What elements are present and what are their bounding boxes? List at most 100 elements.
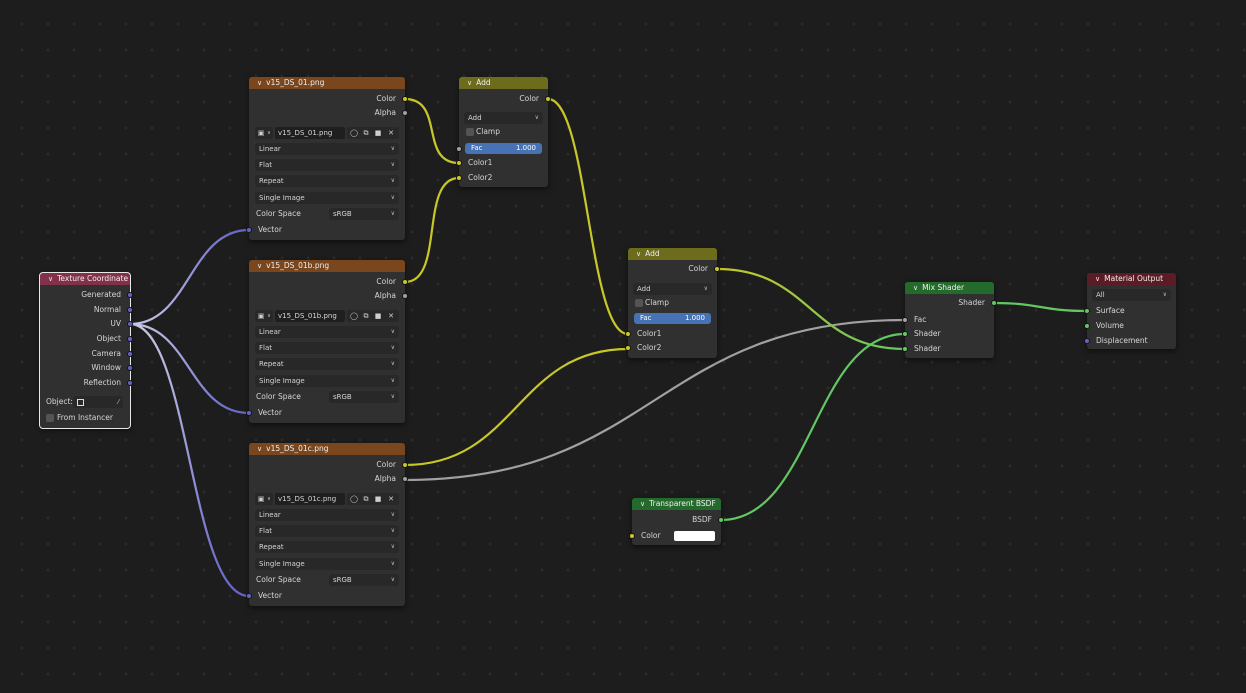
duplicate-icon[interactable]: ⧉ [362,312,370,320]
target-dropdown[interactable]: All ∨ [1092,289,1171,301]
socket-fac-in[interactable] [902,317,908,323]
socket-alpha-out[interactable] [402,293,408,299]
image-browse-button[interactable]: ▣ ∨ [255,127,273,139]
socket-color-out[interactable] [402,96,408,102]
socket-color-out[interactable] [714,266,720,272]
interpolation-dropdown[interactable]: Linear ∨ [255,509,399,521]
eyedropper-icon[interactable]: ⁄ [118,396,119,408]
folder-icon[interactable]: ■ [374,129,382,137]
color-space-dropdown[interactable]: sRGB ∨ [329,391,399,403]
socket-object[interactable] [127,336,133,342]
socket-bsdf-out[interactable] [718,517,724,523]
source-dropdown[interactable]: Single Image ∨ [255,558,399,570]
fake-user-shield-icon[interactable]: ◯ [350,495,358,503]
image-texture-node-1[interactable]: ∨ v15_DS_01.png Color Alpha ▣ ∨ v15_DS_01.png ◯… [246,77,408,240]
image-name-field[interactable]: v15_DS_01.png [275,127,345,139]
collapse-chevron-icon[interactable]: ∨ [913,282,918,294]
material-output-header[interactable]: ∨ Material Output [1087,273,1176,285]
socket-color2-in[interactable] [456,175,462,181]
socket-uv[interactable] [127,321,133,327]
image-texture-node-3[interactable]: ∨ v15_DS_01c.png Color Alpha ▣ ∨ v15_DS_01c.pn… [246,443,408,606]
texture-coordinate-header[interactable]: ∨ Texture Coordinate [40,273,130,285]
socket-color-out[interactable] [545,96,551,102]
socket-window[interactable] [127,365,133,371]
socket-vector-in[interactable] [246,593,252,599]
socket-color2-in[interactable] [625,345,631,351]
socket-shader-out[interactable] [991,300,997,306]
collapse-chevron-icon[interactable]: ∨ [467,77,472,89]
image-browse-button[interactable]: ▣ ∨ [255,310,273,322]
from-instancer-checkbox[interactable] [46,414,54,422]
socket-vector-in[interactable] [246,227,252,233]
mix-shader-header[interactable]: ∨ Mix Shader [905,282,994,294]
image-texture-header[interactable]: ∨ v15_DS_01b.png [249,260,405,272]
folder-icon[interactable]: ■ [374,495,382,503]
socket-shader1-in[interactable] [902,331,908,337]
mix-shader-node[interactable]: ∨ Mix Shader Shader Fac Shader Shader [902,282,997,358]
socket-color-out[interactable] [402,462,408,468]
socket-color-in[interactable] [629,533,635,539]
transparent-bsdf-header[interactable]: ∨ Transparent BSDF [632,498,721,510]
collapse-chevron-icon[interactable]: ∨ [636,248,641,260]
socket-camera[interactable] [127,351,133,357]
socket-reflection[interactable] [127,380,133,386]
socket-generated[interactable] [127,292,133,298]
fake-user-shield-icon[interactable]: ◯ [350,312,358,320]
duplicate-icon[interactable]: ⧉ [362,129,370,137]
image-name-field[interactable]: v15_DS_01c.png [275,493,345,505]
interpolation-dropdown[interactable]: Linear ∨ [255,326,399,338]
image-texture-node-2[interactable]: ∨ v15_DS_01b.png Color Alpha ▣ ∨ v15_DS_01b.pn… [246,260,408,423]
source-dropdown[interactable]: Single Image ∨ [255,375,399,387]
blend-type-dropdown[interactable]: Add ∨ [633,283,712,295]
close-icon[interactable]: ✕ [387,495,395,503]
add-node-header[interactable]: ∨ Add [459,77,548,89]
collapse-chevron-icon[interactable]: ∨ [1095,273,1100,285]
color-space-dropdown[interactable]: sRGB ∨ [329,574,399,586]
add-node-2[interactable]: ∨ Add Color Add ∨ Clamp Fac 1.000 Color1 Co… [625,248,720,358]
collapse-chevron-icon[interactable]: ∨ [257,260,262,272]
object-picker[interactable]: ⁄ [73,396,123,408]
socket-normal[interactable] [127,307,133,313]
fake-user-shield-icon[interactable]: ◯ [350,129,358,137]
socket-alpha-out[interactable] [402,110,408,116]
socket-volume-in[interactable] [1084,323,1090,329]
material-output-node[interactable]: ∨ Material Output All ∨ Surface Volume Dis… [1084,273,1176,349]
add-node-header[interactable]: ∨ Add [628,248,717,260]
clamp-checkbox[interactable] [635,299,643,307]
extension-dropdown[interactable]: Repeat ∨ [255,175,399,187]
socket-color-out[interactable] [402,279,408,285]
socket-vector-in[interactable] [246,410,252,416]
collapse-chevron-icon[interactable]: ∨ [257,77,262,89]
collapse-chevron-icon[interactable]: ∨ [257,443,262,455]
socket-color1-in[interactable] [625,331,631,337]
fac-slider[interactable]: Fac 1.000 [465,143,542,154]
image-texture-header[interactable]: ∨ v15_DS_01c.png [249,443,405,455]
blend-type-dropdown[interactable]: Add ∨ [464,112,543,124]
clamp-checkbox[interactable] [466,128,474,136]
add-node-1[interactable]: ∨ Add Color Add ∨ Clamp Fac 1.000 Color1 Co… [456,77,551,187]
folder-icon[interactable]: ■ [374,312,382,320]
image-browse-button[interactable]: ▣ ∨ [255,493,273,505]
color-swatch[interactable] [674,531,715,541]
image-texture-header[interactable]: ∨ v15_DS_01.png [249,77,405,89]
color-space-dropdown[interactable]: sRGB ∨ [329,208,399,220]
socket-alpha-out[interactable] [402,476,408,482]
fac-slider[interactable]: Fac 1.000 [634,313,711,324]
projection-dropdown[interactable]: Flat ∨ [255,525,399,537]
collapse-chevron-icon[interactable]: ∨ [48,273,53,285]
transparent-bsdf-node[interactable]: ∨ Transparent BSDF BSDF Color [629,498,724,545]
projection-dropdown[interactable]: Flat ∨ [255,342,399,354]
duplicate-icon[interactable]: ⧉ [362,495,370,503]
socket-shader2-in[interactable] [902,346,908,352]
interpolation-dropdown[interactable]: Linear ∨ [255,143,399,155]
close-icon[interactable]: ✕ [387,129,395,137]
socket-surface-in[interactable] [1084,308,1090,314]
image-name-field[interactable]: v15_DS_01b.png [275,310,345,322]
socket-displacement-in[interactable] [1084,338,1090,344]
extension-dropdown[interactable]: Repeat ∨ [255,541,399,553]
socket-color1-in[interactable] [456,160,462,166]
extension-dropdown[interactable]: Repeat ∨ [255,358,399,370]
projection-dropdown[interactable]: Flat ∨ [255,159,399,171]
socket-fac-in[interactable] [456,146,462,152]
source-dropdown[interactable]: Single Image ∨ [255,192,399,204]
